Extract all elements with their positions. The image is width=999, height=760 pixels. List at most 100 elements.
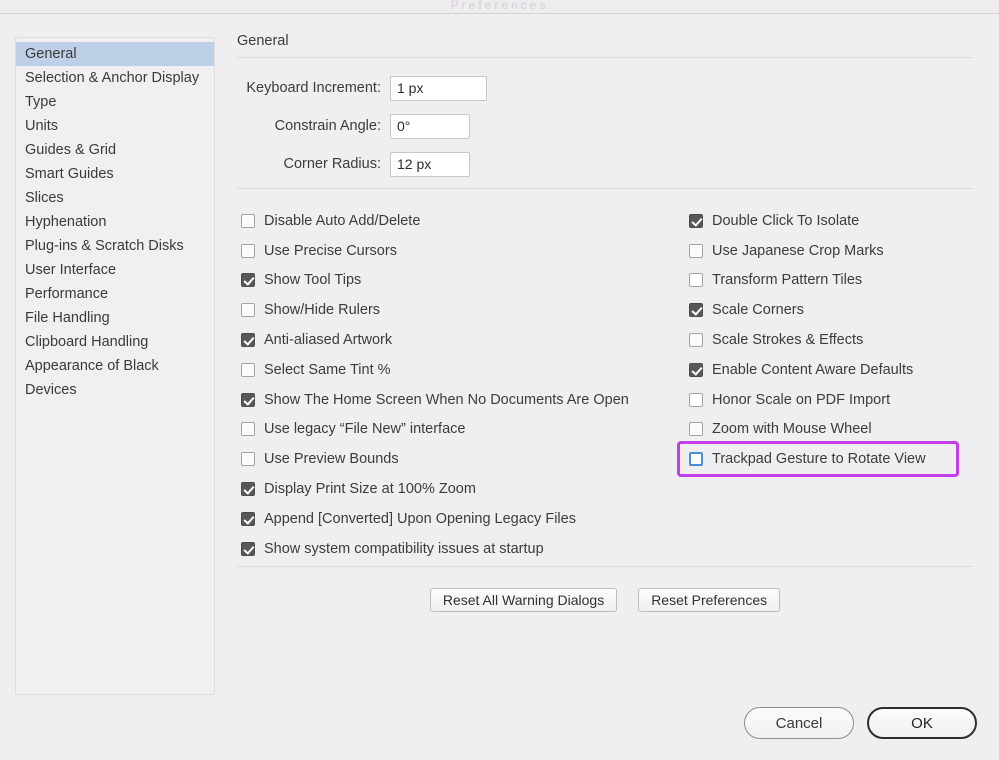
checkbox-row-disable-auto-add-delete[interactable]: Disable Auto Add/Delete [241,206,681,236]
sidebar-item-devices[interactable]: Devices [16,378,214,402]
checkbox-unchecked-icon[interactable] [241,363,255,377]
window-title: Preferences [0,0,999,12]
checkbox-unchecked-icon[interactable] [241,244,255,258]
field-row-keyboard-increment: Keyboard Increment: [237,74,977,102]
field-input-keyboard-increment[interactable] [390,76,487,101]
pane-title: General [237,33,977,57]
checkbox-label: Show/Hide Rulers [264,302,380,318]
sidebar-item-clipboard-handling[interactable]: Clipboard Handling [16,330,214,354]
sidebar-item-general[interactable]: General [16,42,214,66]
checkbox-checked-icon[interactable] [241,542,255,556]
checkbox-row-trackpad-gesture-to-rotate-view[interactable]: Trackpad Gesture to Rotate View [680,444,956,474]
checkbox-row-scale-corners[interactable]: Scale Corners [689,295,979,325]
sidebar-item-slices[interactable]: Slices [16,186,214,210]
sidebar-item-selection-anchor-display[interactable]: Selection & Anchor Display [16,66,214,90]
checkbox-row-use-precise-cursors[interactable]: Use Precise Cursors [241,236,681,266]
ok-button[interactable]: OK [867,707,977,739]
sidebar-item-user-interface[interactable]: User Interface [16,258,214,282]
sidebar-item-label: Units [25,118,58,134]
checkbox-row-use-preview-bounds[interactable]: Use Preview Bounds [241,444,681,474]
dialog-footer: Cancel OK [744,707,977,739]
sidebar-item-performance[interactable]: Performance [16,282,214,306]
checkbox-row-transform-pattern-tiles[interactable]: Transform Pattern Tiles [689,266,979,296]
checkbox-label: Zoom with Mouse Wheel [712,421,872,437]
field-label-corner-radius: Corner Radius: [237,156,390,172]
sidebar-item-label: Type [25,94,56,110]
checkbox-row-show-hide-rulers[interactable]: Show/Hide Rulers [241,295,681,325]
category-sidebar[interactable]: General Selection & Anchor Display Type Uni… [15,37,215,695]
checkbox-label: Use Precise Cursors [264,243,397,259]
sidebar-item-units[interactable]: Units [16,114,214,138]
checkbox-row-select-same-tint[interactable]: Select Same Tint % [241,355,681,385]
checkbox-row-display-print-size-at-100-zoom[interactable]: Display Print Size at 100% Zoom [241,474,681,504]
checkbox-label: Enable Content Aware Defaults [712,362,913,378]
checkbox-row-use-japanese-crop-marks[interactable]: Use Japanese Crop Marks [689,236,979,266]
checkbox-unchecked-icon[interactable] [689,422,703,436]
window-title-bar: Preferences [0,0,999,14]
checkbox-unchecked-icon[interactable] [241,303,255,317]
checkbox-label: Display Print Size at 100% Zoom [264,481,476,497]
checkbox-checked-icon[interactable] [241,393,255,407]
checkbox-unchecked-icon[interactable] [689,393,703,407]
checkbox-row-anti-aliased-artwork[interactable]: Anti-aliased Artwork [241,325,681,355]
checkbox-checked-icon[interactable] [689,214,703,228]
cancel-button[interactable]: Cancel [744,707,854,739]
sidebar-item-file-handling[interactable]: File Handling [16,306,214,330]
checkbox-row-use-legacy-file-new-interface[interactable]: Use legacy “File New” interface [241,415,681,445]
reset-button-row: Reset All Warning Dialogs Reset Preferenc… [237,588,973,612]
sidebar-item-label: Appearance of Black [25,358,159,374]
button-reset-preferences[interactable]: Reset Preferences [638,588,780,612]
checkbox-column-right: Double Click To Isolate Use Japanese Crop… [689,206,979,474]
sidebar-item-plug-ins-scratch-disks[interactable]: Plug-ins & Scratch Disks [16,234,214,258]
checkbox-checked-icon[interactable] [241,512,255,526]
checkbox-label: Disable Auto Add/Delete [264,213,420,229]
checkbox-row-show-system-compatibility-issues-at-startup[interactable]: Show system compatibility issues at star… [241,534,681,564]
checkbox-label: Transform Pattern Tiles [712,272,862,288]
checkbox-unchecked-icon[interactable] [241,452,255,466]
sidebar-item-appearance-of-black[interactable]: Appearance of Black [16,354,214,378]
checkbox-row-double-click-to-isolate[interactable]: Double Click To Isolate [689,206,979,236]
checkbox-label: Honor Scale on PDF Import [712,392,890,408]
checkbox-unchecked-icon[interactable] [689,333,703,347]
checkbox-checked-icon[interactable] [241,273,255,287]
sidebar-item-guides-grid[interactable]: Guides & Grid [16,138,214,162]
checkbox-label: Scale Corners [712,302,804,318]
checkbox-label: Trackpad Gesture to Rotate View [712,451,926,467]
checkbox-checked-icon[interactable] [241,333,255,347]
sidebar-item-label: Performance [25,286,108,302]
checkbox-row-scale-strokes-effects[interactable]: Scale Strokes & Effects [689,325,979,355]
field-row-corner-radius: Corner Radius: [237,150,977,178]
divider-bottom [237,566,973,567]
checkbox-checked-icon[interactable] [689,363,703,377]
checkbox-label: Select Same Tint % [264,362,391,378]
sidebar-item-label: User Interface [25,262,116,278]
checkbox-row-enable-content-aware-defaults[interactable]: Enable Content Aware Defaults [689,355,979,385]
sidebar-item-label: Selection & Anchor Display [25,70,199,86]
checkbox-label: Use Preview Bounds [264,451,399,467]
sidebar-item-type[interactable]: Type [16,90,214,114]
checkbox-checked-icon[interactable] [241,482,255,496]
sidebar-item-smart-guides[interactable]: Smart Guides [16,162,214,186]
checkbox-row-honor-scale-on-pdf-import[interactable]: Honor Scale on PDF Import [689,385,979,415]
field-input-corner-radius[interactable] [390,152,470,177]
field-input-constrain-angle[interactable] [390,114,470,139]
button-reset-all-warning-dialogs[interactable]: Reset All Warning Dialogs [430,588,617,612]
checkbox-row-append-converted-upon-opening-legacy-files[interactable]: Append [Converted] Upon Opening Legacy F… [241,504,681,534]
checkbox-unchecked-icon[interactable] [241,214,255,228]
checkbox-unchecked-icon[interactable] [689,273,703,287]
field-label-keyboard-increment: Keyboard Increment: [237,80,390,96]
sidebar-item-label: Guides & Grid [25,142,116,158]
checkbox-unchecked-icon[interactable] [689,244,703,258]
checkbox-unchecked-icon[interactable] [241,422,255,436]
checkbox-row-show-tool-tips[interactable]: Show Tool Tips [241,266,681,296]
sidebar-item-label: Smart Guides [25,166,114,182]
sidebar-item-hyphenation[interactable]: Hyphenation [16,210,214,234]
checkbox-row-zoom-with-mouse-wheel[interactable]: Zoom with Mouse Wheel [689,415,979,445]
field-row-constrain-angle: Constrain Angle: [237,112,977,140]
checkbox-label: Double Click To Isolate [712,213,859,229]
divider-middle [237,188,973,189]
checkbox-checked-icon[interactable] [689,303,703,317]
checkbox-row-show-the-home-screen-when-no-documents-are-open[interactable]: Show The Home Screen When No Documents A… [241,385,681,415]
checkbox-unchecked-icon[interactable] [689,452,703,466]
checkbox-label: Show Tool Tips [264,272,361,288]
